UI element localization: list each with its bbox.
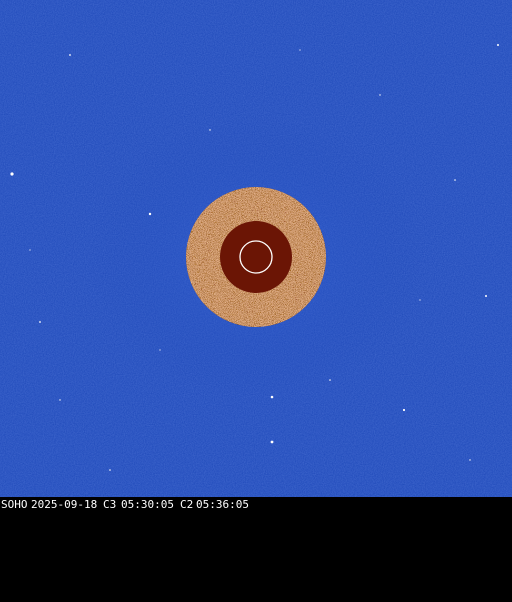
date-label: 2025-09-18	[31, 498, 98, 511]
occulter-disk	[220, 221, 292, 293]
caption-bar: SOHO 2025-09-18 C3 05:30:05 C2 05:36:05	[0, 497, 512, 512]
coronagraph-image	[0, 0, 512, 497]
c3-label: C3	[103, 498, 117, 511]
c2-label: C2	[180, 498, 194, 511]
c2-time: 05:36:05	[196, 498, 249, 511]
observatory-label: SOHO	[1, 498, 28, 511]
c3-time: 05:30:05	[121, 498, 174, 511]
occulter-overlay	[0, 0, 512, 497]
